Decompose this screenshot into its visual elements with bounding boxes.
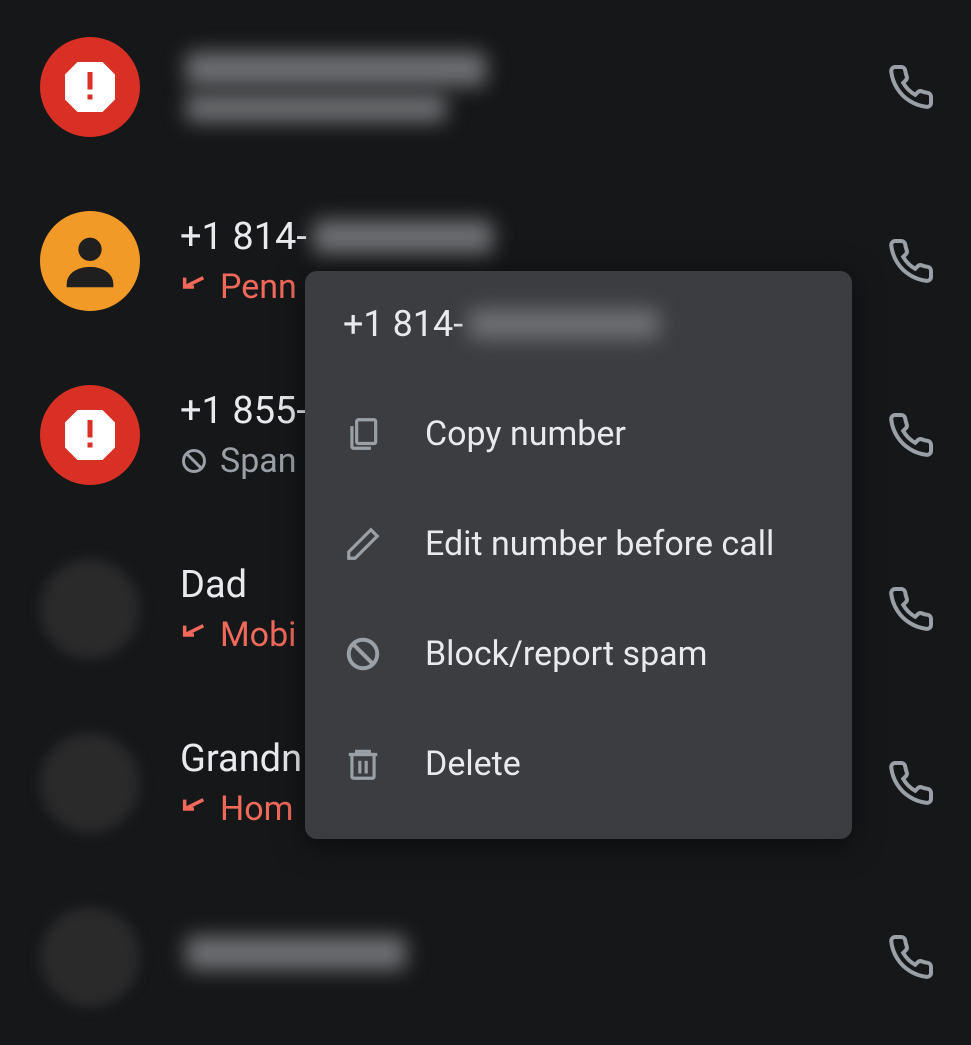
missed-call-icon [180,795,208,823]
context-menu-title: +1 814- [305,303,852,379]
call-button[interactable] [881,759,941,807]
call-subtitle [180,94,881,122]
call-button[interactable] [881,237,941,285]
block-icon [343,634,383,674]
call-log-row[interactable] [0,870,971,1044]
call-entry-text [180,936,881,978]
phone-icon [887,759,935,807]
call-entry-text [180,52,881,122]
menu-item-label: Copy number [425,414,626,454]
call-title [180,52,881,86]
call-title [180,936,881,970]
edit-icon [343,524,383,564]
call-log-row[interactable] [0,0,971,174]
menu-item-label: Block/report spam [425,634,707,674]
phone-icon [887,237,935,285]
menu-item-label: Delete [425,744,521,784]
copy-icon [343,414,383,454]
person-icon [55,226,125,296]
contact-photo-avatar [40,559,140,659]
contact-photo-avatar [40,733,140,833]
phone-icon [887,411,935,459]
phone-icon [887,585,935,633]
call-button[interactable] [881,933,941,981]
call-title: +1 814- [180,215,881,259]
context-menu: +1 814- Copy number Edit number before c… [305,271,852,839]
spam-avatar [40,385,140,485]
menu-item-label: Edit number before call [425,524,774,564]
phone-icon [887,933,935,981]
contact-photo-avatar [40,907,140,1007]
trash-icon [343,744,383,784]
spam-octagon-icon [60,405,120,465]
menu-item-copy-number[interactable]: Copy number [305,379,852,489]
missed-call-icon [180,273,208,301]
menu-item-block-spam[interactable]: Block/report spam [305,599,852,709]
phone-icon [887,63,935,111]
menu-item-edit-number[interactable]: Edit number before call [305,489,852,599]
missed-call-icon [180,621,208,649]
spam-avatar [40,37,140,137]
menu-item-delete[interactable]: Delete [305,709,852,819]
person-avatar [40,211,140,311]
call-button[interactable] [881,63,941,111]
call-button[interactable] [881,411,941,459]
call-button[interactable] [881,585,941,633]
spam-octagon-icon [60,57,120,117]
block-icon [180,447,208,475]
